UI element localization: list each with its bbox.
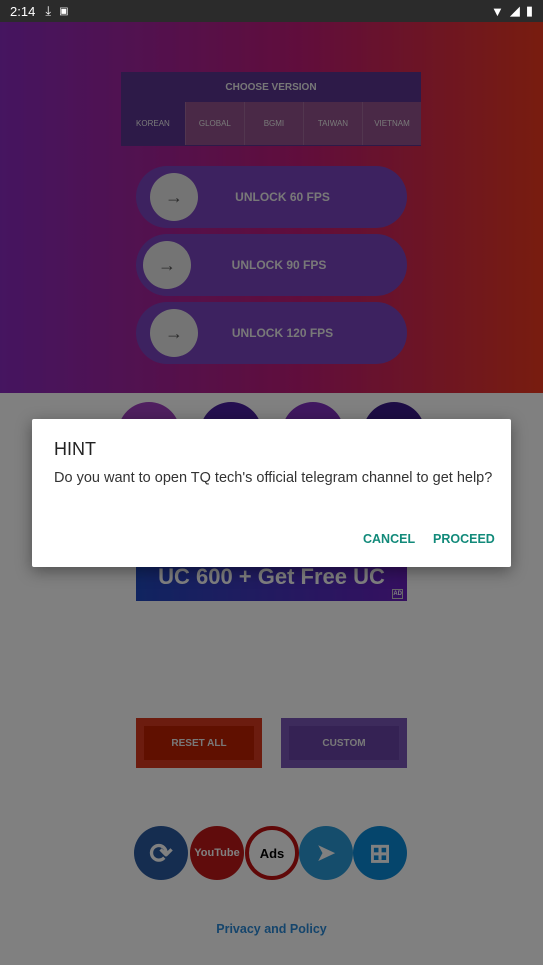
chooser-title: CHOOSE VERSION bbox=[225, 82, 317, 93]
unlock-60-button[interactable]: → UNLOCK 60 FPS bbox=[136, 166, 407, 228]
notification-icon: ▣ bbox=[59, 5, 69, 17]
download-icon: ⤓ bbox=[45, 3, 52, 18]
no-ads-icon[interactable]: Ads bbox=[245, 826, 299, 880]
arrow-right-icon: → bbox=[150, 173, 198, 221]
youtube-icon[interactable]: YouTube bbox=[190, 826, 244, 880]
wifi-icon: ▼ bbox=[490, 3, 504, 19]
unlock-120-button[interactable]: → UNLOCK 120 FPS bbox=[136, 302, 407, 364]
dialog-title: HINT bbox=[54, 439, 96, 459]
battery-icon: ▮ bbox=[525, 3, 533, 18]
tab-bgmi[interactable]: BGMI bbox=[243, 102, 303, 145]
tab-korean[interactable]: KOREAN bbox=[121, 102, 185, 145]
arrow-right-icon: → bbox=[150, 309, 198, 357]
status-bar: 2:14 ⤓ ▣ ▼ ◢ ▮ bbox=[0, 0, 543, 22]
unlock-90-button[interactable]: → UNLOCK 90 FPS bbox=[136, 234, 407, 296]
custom-label: CUSTOM bbox=[289, 726, 399, 760]
tab-vietnam[interactable]: VIETNAM bbox=[361, 102, 422, 145]
version-chooser: CHOOSE VERSION KOREAN GLOBAL BGMI TAIWAN… bbox=[121, 72, 422, 146]
dialog-message: Do you want to open TQ tech's official t… bbox=[54, 470, 493, 486]
cancel-button[interactable]: CANCEL bbox=[363, 532, 415, 546]
youtube-label: YouTube bbox=[194, 847, 240, 859]
custom-button[interactable]: CUSTOM bbox=[281, 718, 407, 768]
refresh-icon[interactable]: ⟳ bbox=[134, 826, 188, 880]
unlock-label: UNLOCK 120 FPS bbox=[231, 326, 334, 340]
reset-label: RESET ALL bbox=[144, 726, 254, 760]
tab-taiwan[interactable]: TAIWAN bbox=[302, 102, 362, 145]
unlock-label: UNLOCK 90 FPS bbox=[231, 258, 327, 272]
unlock-label: UNLOCK 60 FPS bbox=[235, 190, 330, 204]
signal-icon: ◢ bbox=[509, 3, 520, 18]
privacy-policy-link[interactable]: Privacy and Policy bbox=[0, 922, 543, 936]
tab-global[interactable]: GLOBAL bbox=[184, 102, 244, 145]
proceed-button[interactable]: PROCEED bbox=[433, 532, 495, 546]
banner-text: UC 600 + Get Free UC bbox=[158, 564, 385, 589]
ads-label: Ads bbox=[259, 845, 285, 861]
more-apps-icon[interactable]: ⊞ bbox=[353, 826, 407, 880]
reset-all-button[interactable]: RESET ALL bbox=[136, 718, 262, 768]
telegram-icon[interactable]: ➤ bbox=[299, 826, 353, 880]
arrow-right-icon: → bbox=[143, 241, 191, 289]
ad-badge: AD bbox=[392, 589, 403, 599]
clock: 2:14 bbox=[10, 3, 36, 19]
hint-dialog: HINT Do you want to open TQ tech's offic… bbox=[32, 419, 511, 567]
